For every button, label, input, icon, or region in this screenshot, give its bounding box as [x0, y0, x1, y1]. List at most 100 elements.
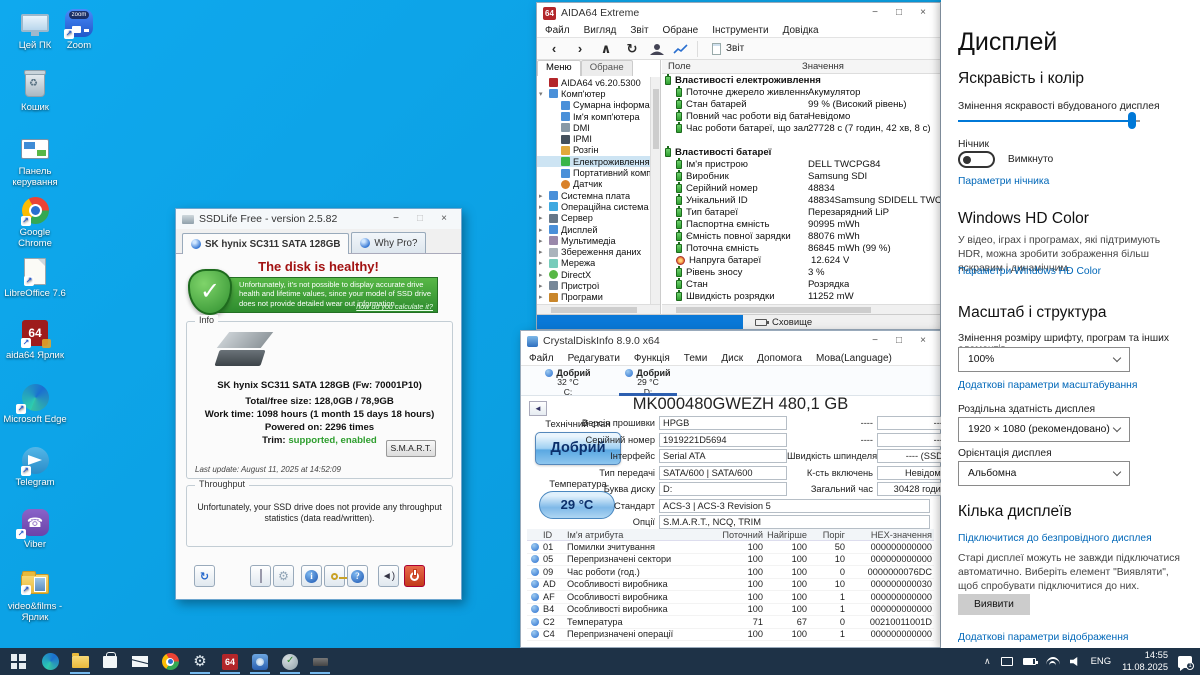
- aida64-row[interactable]: Повний час роботи від батареї Невідомо: [662, 110, 940, 122]
- tree-item[interactable]: Електроживлення: [537, 156, 650, 167]
- tree-item[interactable]: ▸ Мультимедіа: [537, 235, 650, 246]
- clock[interactable]: 14:55 11.08.2025: [1122, 650, 1168, 673]
- tab-drive[interactable]: SK hynix SC311 SATA 128GB: [182, 233, 349, 254]
- desktop-icon-libreoffice[interactable]: ↗ LibreOffice 7.6: [2, 256, 68, 300]
- taskbar-disk-tool[interactable]: [306, 649, 334, 674]
- smart-header-row[interactable]: ID Ім'я атрибута Поточний Найгірше Поріг…: [527, 529, 934, 541]
- aida64-row[interactable]: Унікальний ID 48834Samsung SDIDELL TWCPG…: [662, 194, 940, 206]
- menu-item[interactable]: Файл: [545, 25, 570, 36]
- maximize-button[interactable]: □: [888, 5, 910, 21]
- tree-horizontal-scrollbar[interactable]: [537, 304, 660, 314]
- close-button[interactable]: ×: [433, 211, 455, 227]
- desktop-icon-chrome[interactable]: ↗ Google Chrome: [2, 195, 68, 250]
- minimize-button[interactable]: −: [385, 211, 407, 227]
- taskbar-mail[interactable]: [126, 649, 154, 674]
- tray-expand-icon[interactable]: ∧: [984, 656, 991, 667]
- aida64-row[interactable]: Властивості батареї: [662, 146, 940, 158]
- menu-item[interactable]: Вигляд: [584, 25, 617, 36]
- aida64-row[interactable]: Поточне джерело живлення Акумулятор: [662, 86, 940, 98]
- tree-expand-icon[interactable]: ▸: [539, 226, 546, 234]
- resolution-dropdown[interactable]: 1920 × 1080 (рекомендовано): [958, 417, 1130, 442]
- close-button[interactable]: ×: [912, 5, 934, 21]
- report-button[interactable]: Звіт: [706, 41, 750, 57]
- tree-expand-icon[interactable]: ▸: [539, 259, 546, 267]
- tree-item[interactable]: ▸ DirectX: [537, 269, 650, 280]
- desktop-icon-viber[interactable]: ☎↗ Viber: [2, 507, 68, 551]
- smart-row[interactable]: AF Особливості виробника 100 100 1 00000…: [527, 591, 934, 604]
- smart-button[interactable]: S.M.A.R.T.: [386, 440, 436, 457]
- report-button[interactable]: [250, 565, 271, 587]
- tree-item[interactable]: ▸ Дисплей: [537, 224, 650, 235]
- wifi-tray-icon[interactable]: [1046, 657, 1060, 667]
- menu-item[interactable]: Довідка: [783, 25, 819, 36]
- column-field[interactable]: Поле: [662, 61, 802, 72]
- slider-handle[interactable]: [1128, 112, 1136, 129]
- night-light-settings-link[interactable]: Параметри нічника: [958, 176, 1184, 187]
- menu-item[interactable]: Диск: [721, 353, 743, 364]
- orientation-dropdown[interactable]: Альбомна: [958, 461, 1130, 486]
- advanced-scaling-link[interactable]: Додаткові параметри масштабування: [958, 380, 1184, 391]
- tree-item[interactable]: ▸ Системна плата: [537, 190, 650, 201]
- menu-item[interactable]: Інструменти: [712, 25, 768, 36]
- tree-item[interactable]: Сумарна інформація: [537, 100, 650, 111]
- aida64-row[interactable]: Стан батарей 99 % (Високий рівень): [662, 98, 940, 110]
- values-horizontal-scrollbar[interactable]: [662, 304, 940, 314]
- column-headers[interactable]: Поле Значення: [662, 60, 940, 74]
- aida64-titlebar[interactable]: 64 AIDA64 Extreme − □ ×: [537, 3, 940, 23]
- night-light-toggle[interactable]: [958, 151, 995, 168]
- taskbar-crystaldiskinfo[interactable]: [246, 649, 274, 674]
- display-tray-icon[interactable]: [1001, 657, 1013, 666]
- aida64-row[interactable]: Властивості електроживлення: [662, 74, 940, 86]
- exit-button[interactable]: [404, 565, 425, 587]
- desktop-icon-aida64[interactable]: 64↗ aida64 Ярлик: [2, 318, 68, 362]
- tree-expand-icon[interactable]: ▸: [539, 293, 546, 301]
- up-icon[interactable]: ∧: [597, 41, 615, 57]
- menu-item[interactable]: Допомога: [757, 353, 802, 364]
- minimize-button[interactable]: −: [864, 5, 886, 21]
- aida64-row[interactable]: Поточна ємність 86845 mWh (99 %): [662, 242, 940, 254]
- scale-dropdown[interactable]: 100%: [958, 347, 1130, 372]
- smart-row[interactable]: 05 Перепризначені сектори 100 100 10 000…: [527, 554, 934, 567]
- refresh-button[interactable]: ↻: [194, 565, 215, 587]
- tree-item[interactable]: DMI: [537, 122, 650, 133]
- desktop-icon-video-films[interactable]: ↗ video&films - Ярлик: [2, 569, 68, 624]
- aida64-row[interactable]: Напруга батареї 12.624 V: [662, 254, 940, 266]
- aida64-row[interactable]: Виробник Samsung SDI: [662, 170, 940, 182]
- smart-row[interactable]: C4 Перепризначені операції 100 100 1 000…: [527, 629, 934, 642]
- wireless-display-link[interactable]: Підключитися до безпровідного дисплея: [958, 533, 1184, 544]
- taskbar-edge[interactable]: [36, 649, 64, 674]
- tree-expand-icon[interactable]: ▸: [539, 282, 546, 290]
- register-key-button[interactable]: [324, 565, 345, 587]
- tree-item[interactable]: ▸ Програми: [537, 292, 650, 303]
- tree-expand-icon[interactable]: ▸: [539, 214, 546, 222]
- tree-item[interactable]: AIDA64 v6.20.5300: [537, 77, 650, 88]
- tree-item[interactable]: Датчик: [537, 179, 650, 190]
- desktop-icon-edge[interactable]: ↗ Microsoft Edge: [2, 382, 68, 426]
- notification-center-icon[interactable]: 1: [1178, 656, 1192, 668]
- minimize-button[interactable]: −: [864, 333, 886, 349]
- aida64-row[interactable]: Рівень зносу 3 %: [662, 266, 940, 278]
- tree-vertical-scrollbar[interactable]: [650, 77, 660, 304]
- desktop-icon-zoom[interactable]: zoom↗ Zoom: [46, 8, 112, 52]
- maximize-button[interactable]: □: [888, 333, 910, 349]
- tree-expand-icon[interactable]: ▸: [539, 248, 546, 256]
- tree-expand-icon[interactable]: ▸: [539, 237, 546, 245]
- start-button[interactable]: [4, 649, 32, 674]
- tree-item[interactable]: Портативний комп: [537, 167, 650, 178]
- taskbar-settings[interactable]: ⚙: [186, 649, 214, 674]
- menu-item[interactable]: Звіт: [630, 25, 648, 36]
- aida64-row[interactable]: Ємність повної зарядки 88076 mWh: [662, 230, 940, 242]
- tree-item[interactable]: ▸ Збереження даних: [537, 246, 650, 257]
- ssdlife-titlebar[interactable]: SSDLife Free - version 2.5.82 − □ ×: [176, 209, 461, 229]
- menu-item[interactable]: Редагувати: [568, 353, 620, 364]
- menu-item[interactable]: Обране: [663, 25, 699, 36]
- calculate-link[interactable]: how do you calculate it?: [356, 302, 433, 311]
- sound-button[interactable]: ◄): [378, 565, 399, 587]
- tree-item[interactable]: ▸ Пристрої: [537, 280, 650, 291]
- forward-icon[interactable]: ›: [571, 41, 589, 56]
- help-button[interactable]: ?: [347, 565, 368, 587]
- brightness-slider[interactable]: [958, 112, 1140, 130]
- aida64-row[interactable]: Стан Розрядка: [662, 278, 940, 290]
- taskbar-chrome[interactable]: [156, 649, 184, 674]
- language-indicator[interactable]: ENG: [1091, 656, 1112, 667]
